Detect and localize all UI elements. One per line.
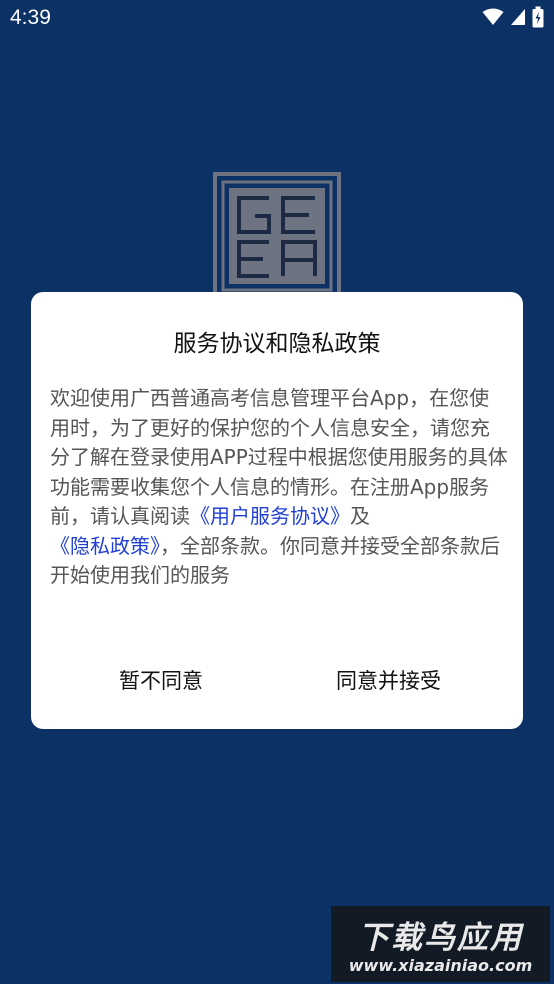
signal-icon [510,8,526,30]
body-text-conjunction: 及 [350,504,370,528]
privacy-policy-link[interactable]: 《隐私政策》 [50,534,160,558]
privacy-dialog: 服务协议和隐私政策 欢迎使用广西普通高考信息管理平台App，在您使用时，为了更好… [31,292,523,729]
watermark-url: www.xiazainiao.com [348,956,533,975]
wifi-icon [482,8,504,30]
user-agreement-link[interactable]: 《用户服务协议》 [190,504,350,528]
watermark-title: 下载鸟应用 [358,920,523,956]
battery-icon [532,6,544,32]
status-time: 4:39 [10,6,51,29]
accept-button[interactable]: 同意并接受 [316,661,461,701]
dialog-body: 欢迎使用广西普通高考信息管理平台App，在您使用时，为了更好的保护您的个人信息安… [50,384,508,591]
decline-button[interactable]: 暂不同意 [91,661,231,701]
dialog-title: 服务协议和隐私政策 [173,331,381,357]
status-bar: 4:39 [0,0,554,38]
status-icons [482,6,544,32]
geea-logo [213,172,341,300]
watermark: 下载鸟应用 www.xiazainiao.com [331,906,550,982]
